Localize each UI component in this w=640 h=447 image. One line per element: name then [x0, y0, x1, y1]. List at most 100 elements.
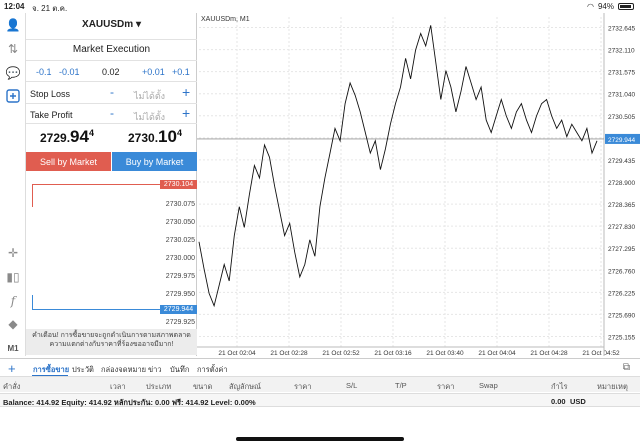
x-tick-label: 21 Oct 03:16 — [374, 350, 412, 356]
battery-icon — [618, 3, 634, 10]
col-swap[interactable]: Swap — [479, 381, 498, 390]
y-tick-label: 2728.365 — [608, 202, 635, 209]
bid-level-edge — [32, 295, 33, 309]
chevron-down-icon: ▾ — [135, 19, 141, 30]
divider — [26, 39, 197, 40]
col-current-price[interactable]: ราคา — [437, 381, 454, 393]
tab-journal[interactable]: บันทึก — [170, 364, 189, 376]
depth-tick: 2729.925 — [165, 319, 195, 326]
person-icon[interactable]: 👤 — [4, 17, 22, 33]
x-tick-label: 21 Oct 02:04 — [218, 350, 256, 356]
symbol-selector[interactable]: XAUUSDm ▾ — [26, 19, 197, 30]
order-panel: XAUUSDm ▾ Market Execution -0.1 -0.01 0.… — [26, 13, 197, 356]
bid-price-main: 2729. — [40, 131, 71, 145]
take-profit-value[interactable]: ไม่ได้ตั้ง — [134, 110, 165, 124]
y-tick-label: 2726.760 — [608, 268, 635, 275]
col-tp[interactable]: T/P — [395, 381, 407, 390]
depth-tick: 2730.025 — [165, 237, 195, 244]
col-type[interactable]: ประเภท — [146, 381, 171, 393]
ask-price-main: 2730. — [128, 131, 159, 145]
symbol-name: XAUUSDm — [82, 19, 134, 30]
y-tick-label: 2731.575 — [608, 70, 635, 77]
x-tick-label: 21 Oct 04:52 — [582, 350, 620, 356]
col-price[interactable]: ราคา — [294, 381, 311, 393]
col-comment[interactable]: หมายเหตุ — [597, 381, 628, 393]
y-tick-label: 2728.900 — [608, 180, 635, 187]
y-tick-label: 2732.645 — [608, 26, 635, 33]
bid-price-big: 94 — [70, 127, 89, 146]
bid-price: 2729.944 — [40, 127, 94, 147]
col-symbol[interactable]: สัญลักษณ์ — [229, 381, 261, 393]
ask-price-big: 10 — [158, 127, 177, 146]
ask-level-edge — [32, 184, 33, 207]
status-right: ◠ 94% — [587, 2, 634, 11]
tab-news[interactable]: ข่าว — [148, 364, 162, 376]
y-tick-label: 2732.110 — [608, 48, 635, 55]
depth-tick: 2730.050 — [165, 219, 195, 226]
take-profit-plus[interactable]: + — [182, 105, 190, 121]
sell-button[interactable]: Sell by Market — [26, 152, 111, 171]
y-tick-label: 2729.435 — [608, 158, 635, 165]
home-indicator[interactable] — [236, 437, 404, 441]
stop-loss-label: Stop Loss — [30, 89, 71, 99]
divider — [26, 81, 197, 82]
clock: 12:04 — [4, 2, 25, 11]
col-order[interactable]: คำสั่ง — [3, 381, 20, 393]
buy-button[interactable]: Buy by Market — [112, 152, 197, 171]
crosshair-icon[interactable]: ✛ — [4, 245, 22, 261]
execution-type[interactable]: Market Execution — [26, 44, 197, 55]
x-tick-label: 21 Oct 02:28 — [270, 350, 308, 356]
volume-dec-small[interactable]: -0.01 — [59, 67, 80, 77]
add-icon[interactable]: + — [8, 361, 16, 376]
volume-inc-large[interactable]: +0.1 — [172, 67, 190, 77]
volume-inc-small[interactable]: +0.01 — [142, 67, 165, 77]
bottom-tabs: + การซื้อขาย ประวัติ กล่องจดหมาย ข่าว บั… — [0, 358, 640, 377]
layout-icon[interactable]: ⧉ — [623, 362, 630, 373]
stop-loss-value[interactable]: ไม่ได้ตั้ง — [134, 89, 165, 103]
depth-tick: 2730.075 — [165, 201, 195, 208]
battery-percent: 94% — [597, 2, 614, 11]
left-toolbar: 👤 ⇅ 💬 ✛ ▮▯ f ◆ M1 — [0, 13, 26, 356]
take-profit-minus[interactable]: - — [110, 106, 114, 120]
col-time[interactable]: เวลา — [110, 381, 126, 393]
col-profit[interactable]: กำไร — [551, 381, 568, 393]
depth-bid-label: 2729.944 — [160, 305, 197, 314]
new-order-icon[interactable] — [4, 88, 22, 104]
tab-mailbox[interactable]: กล่องจดหมาย — [101, 364, 146, 376]
volume-value[interactable]: 0.02 — [102, 67, 120, 77]
stop-loss-minus[interactable]: - — [110, 85, 114, 99]
col-size[interactable]: ขนาด — [193, 381, 212, 393]
price-series-line — [198, 25, 598, 308]
depth-ask-label: 2730.104 — [160, 180, 197, 189]
ask-price: 2730.104 — [128, 127, 182, 147]
x-tick-label: 21 Oct 04:28 — [530, 350, 568, 356]
price-chart[interactable]: 2732.645 2732.110 2731.575 2731.040 2730.505… — [197, 13, 640, 356]
col-sl[interactable]: S/L — [346, 381, 357, 390]
depth-tick: 2729.950 — [165, 291, 195, 298]
y-tick-label: 2727.295 — [608, 246, 635, 253]
volume-dec-large[interactable]: -0.1 — [36, 67, 52, 77]
x-tick-label: 21 Oct 04:04 — [478, 350, 516, 356]
tab-history[interactable]: ประวัติ — [72, 364, 94, 376]
chart-title: XAUUSDm, M1 — [201, 16, 250, 23]
y-tick-label: 2727.830 — [608, 224, 635, 231]
transfer-icon[interactable]: ⇅ — [4, 41, 22, 57]
ask-level-line — [32, 184, 160, 185]
function-icon[interactable]: f — [4, 293, 22, 309]
objects-icon[interactable]: ◆ — [4, 316, 22, 332]
take-profit-label: Take Profit — [30, 110, 73, 120]
y-tick-label: 2725.155 — [608, 334, 635, 341]
bid-price-sup: 4 — [88, 128, 94, 138]
bid-level-line — [32, 309, 160, 310]
chart-canvas[interactable]: 2732.645 2732.110 2731.575 2731.040 2730.505… — [197, 13, 640, 356]
divider — [26, 123, 197, 124]
candles-icon[interactable]: ▮▯ — [4, 269, 22, 285]
tab-settings[interactable]: การตั้งค่า — [197, 364, 228, 376]
chat-icon[interactable]: 💬 — [4, 65, 22, 81]
y-tick-label: 2726.225 — [608, 290, 635, 297]
x-tick-label: 21 Oct 03:40 — [426, 350, 464, 356]
timeframe-label[interactable]: M1 — [4, 340, 22, 356]
current-price-label: 2729.944 — [608, 137, 635, 144]
divider — [26, 103, 197, 104]
stop-loss-plus[interactable]: + — [182, 84, 190, 100]
